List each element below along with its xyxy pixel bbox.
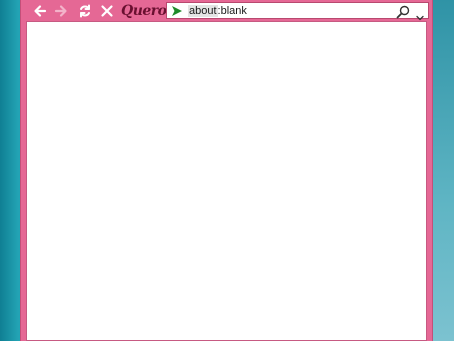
stop-button[interactable] xyxy=(98,2,116,20)
desktop-background xyxy=(433,0,454,341)
page-content[interactable] xyxy=(26,21,427,341)
url-scheme: about xyxy=(188,4,218,17)
reload-button[interactable] xyxy=(76,2,94,20)
forward-button[interactable] xyxy=(52,2,70,20)
browser-window: Quero about:blank xyxy=(20,0,433,341)
navigation-toolbar: Quero about:blank xyxy=(21,0,434,21)
brand-logo: Quero xyxy=(121,2,167,19)
url-field[interactable]: about:blank xyxy=(188,4,428,17)
go-arrow-icon[interactable] xyxy=(171,5,183,17)
arrow-right-icon xyxy=(54,4,68,18)
back-button[interactable] xyxy=(31,2,49,20)
url-path: :blank xyxy=(217,4,247,17)
chevron-down-icon[interactable] xyxy=(416,7,424,21)
reload-icon xyxy=(78,4,92,18)
address-bar[interactable]: about:blank xyxy=(166,2,429,21)
search-icon[interactable] xyxy=(396,4,410,19)
close-icon xyxy=(100,4,114,18)
arrow-left-icon xyxy=(33,4,47,18)
